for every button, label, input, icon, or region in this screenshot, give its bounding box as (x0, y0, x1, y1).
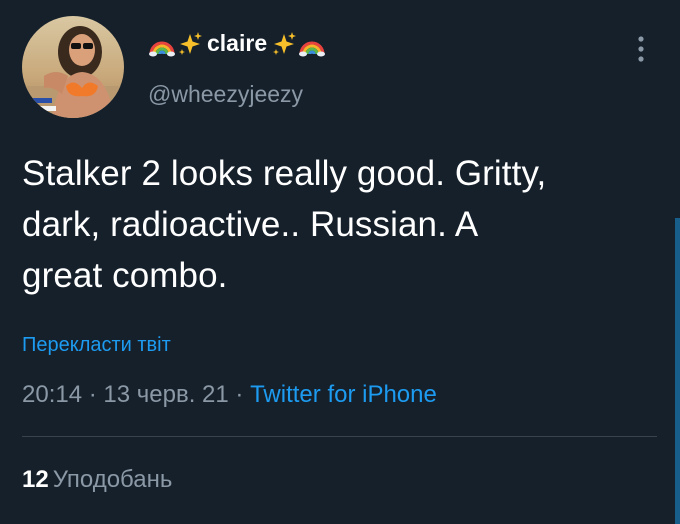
divider (22, 436, 657, 437)
likes-label: Уподобань (52, 466, 173, 493)
rainbow-icon (148, 30, 176, 58)
user-handle[interactable]: @wheezyjeezy (148, 77, 303, 111)
tweet-text-line: Stalker 2 looks really good. Gritty, (22, 154, 547, 193)
tweet-text: Stalker 2 looks really good. Gritty, dar… (22, 148, 662, 301)
tweet-meta: 20:14 · 13 черв. 21 · Twitter for iPhone (22, 377, 437, 413)
display-name[interactable]: claire (148, 28, 326, 60)
tweet-date[interactable]: 13 черв. 21 (103, 381, 228, 408)
likes-stat[interactable]: 12 Уподобань (22, 462, 172, 498)
tweet-time[interactable]: 20:14 (22, 381, 82, 408)
likes-count: 12 (22, 466, 49, 493)
tweet-text-line: great combo. (22, 256, 228, 295)
meta-separator: · (88, 381, 97, 408)
avatar[interactable] (22, 16, 124, 118)
tweet-source-link[interactable]: Twitter for iPhone (250, 381, 437, 408)
tweet-text-line: dark, radioactive.. Russian. A (22, 205, 479, 244)
more-options-icon[interactable] (628, 32, 654, 66)
sparkles-icon (176, 30, 204, 58)
sparkles-icon (270, 30, 298, 58)
rainbow-icon (298, 30, 326, 58)
display-name-text: claire (207, 30, 268, 56)
meta-separator: · (235, 381, 244, 408)
scrollbar-thumb[interactable] (675, 218, 680, 524)
translate-tweet-link[interactable]: Перекласти твіт (22, 330, 171, 360)
avatar-photo (22, 16, 124, 118)
